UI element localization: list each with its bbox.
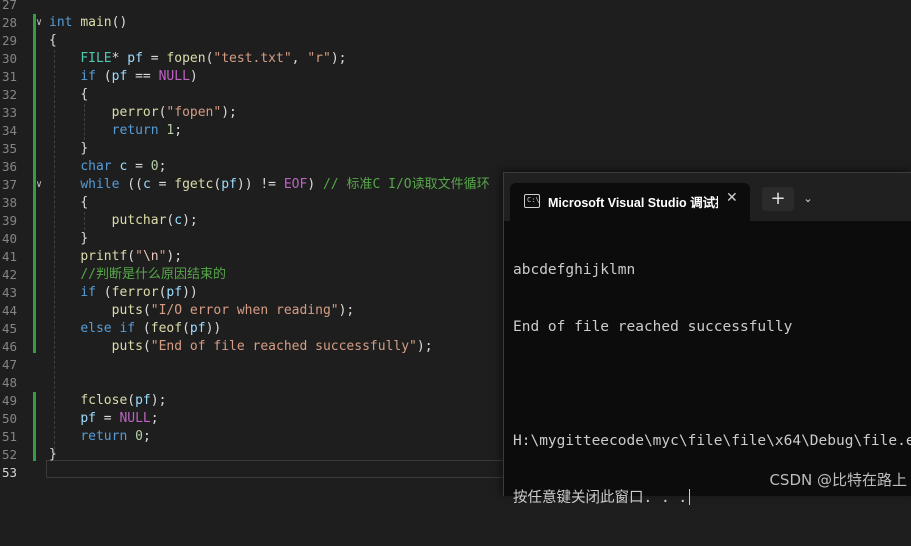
watermark: CSDN @比特在路上 [769,471,907,489]
line-number: 31 [1,69,17,84]
code-text: //判断是什么原因结束的 [80,267,226,282]
code-text: return 1; [111,123,183,138]
code-line[interactable]: 35 } [0,140,911,158]
code-text: puts("I/O error when reading"); [111,303,355,318]
terminal-line: abcdefghijklmn [513,262,636,278]
line-number: 51 [1,429,17,444]
code-text: if (pf == NULL) [80,69,198,84]
tab-title: Microsoft Visual Studio 调试控制台 [548,196,718,210]
line-number: 29 [1,33,17,48]
line-number: 48 [1,375,17,390]
code-line[interactable]: 34 return 1; [0,122,911,140]
code-text: if (ferror(pf)) [80,285,198,300]
text-cursor [689,489,691,505]
code-text: int main() [49,15,128,30]
code-text: } [80,141,89,156]
terminal-line: End of file reached successfully [513,319,793,335]
console-icon: C:\ [524,194,540,208]
terminal-line: H:\mygitteecode\myc\file\file\x64\Debug\… [513,433,911,449]
new-tab-button[interactable]: + [762,187,794,211]
code-text: return 0; [80,429,151,444]
terminal-line: 按任意键关闭此窗口. . . [513,489,911,508]
code-text: fclose(pf); [80,393,167,408]
line-number: 53 [1,465,17,480]
line-number: 42 [1,267,17,282]
line-number: 30 [1,51,17,66]
line-number: 40 [1,231,17,246]
code-text: while ((c = fgetc(pf)) != EOF) // 标准C I/… [80,177,490,192]
line-number: 27 [1,0,17,12]
line-number: 46 [1,339,17,354]
line-number: 52 [1,447,17,462]
line-number: 28 [1,15,17,30]
code-line[interactable]: 30 FILE* pf = fopen("test.txt", "r"); [0,50,911,68]
line-number: 32 [1,87,17,102]
terminal-tab[interactable]: C:\ Microsoft Visual Studio 调试控制台 ✕ [510,183,750,221]
line-number: 50 [1,411,17,426]
code-line[interactable]: 28 int main() [0,14,911,32]
code-text: FILE* pf = fopen("test.txt", "r"); [80,51,347,66]
terminal-output[interactable]: abcdefghijklmn End of file reached succe… [513,223,911,546]
line-number: 38 [1,195,17,210]
code-text: putchar(c); [111,213,198,228]
code-line[interactable]: 31 if (pf == NULL) [0,68,911,86]
line-number: 45 [1,321,17,336]
chevron-down-icon[interactable]: ⌄ [798,187,818,211]
line-number: 34 [1,123,17,138]
code-line[interactable]: 29 { [0,32,911,50]
code-line[interactable]: 32 { [0,86,911,104]
line-number: 36 [1,159,17,174]
code-text: perror("fopen"); [111,105,237,120]
code-text: { [80,87,89,102]
line-number: 41 [1,249,17,264]
code-text: { [49,33,57,48]
line-number: 37 [1,177,17,192]
code-text: { [80,195,89,210]
code-text: } [49,447,57,462]
code-text: } [80,231,89,246]
line-number: 33 [1,105,17,120]
terminal-tab-bar: C:\ Microsoft Visual Studio 调试控制台 ✕ + ⌄ [504,173,911,221]
line-number: 44 [1,303,17,318]
line-number: 47 [1,357,17,372]
code-text: char c = 0; [80,159,167,174]
code-line[interactable]: 33 perror("fopen"); [0,104,911,122]
code-line[interactable]: 27 [0,0,911,14]
line-number: 43 [1,285,17,300]
debug-console-window[interactable]: C:\ Microsoft Visual Studio 调试控制台 ✕ + ⌄ … [503,172,911,506]
code-text: puts("End of file reached successfully")… [111,339,433,354]
line-number: 35 [1,141,17,156]
line-number: 49 [1,393,17,408]
line-number: 39 [1,213,17,228]
code-text: printf("\n"); [80,249,183,264]
code-text: pf = NULL; [80,411,159,426]
close-icon[interactable]: ✕ [726,190,738,206]
code-text: else if (feof(pf)) [80,321,222,336]
